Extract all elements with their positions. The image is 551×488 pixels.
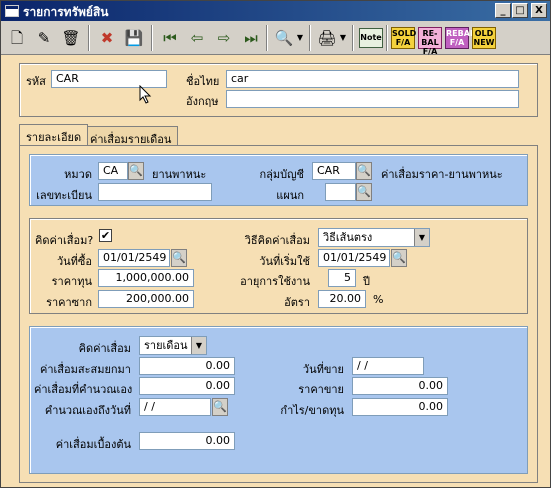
- print-icon[interactable]: 🖨: [315, 26, 339, 50]
- tab-details[interactable]: รายละเอียด: [19, 124, 89, 145]
- asset-window: รายการทรัพย์สิน _ □ X 🗋 ✎ 🗑 ✖ 💾 ⏮ ⇦ ⇨ ⏭ …: [0, 0, 551, 488]
- toolbar-separator: [352, 25, 354, 51]
- toolbar-separator: [309, 25, 311, 51]
- save-icon[interactable]: 💾: [122, 26, 146, 50]
- account-group-lookup-icon[interactable]: 🔍: [356, 162, 372, 180]
- chevron-down-icon[interactable]: ▼: [191, 337, 206, 354]
- calc-depreciation-checkbox[interactable]: ✔: [99, 229, 112, 242]
- rate-field[interactable]: 20.00: [318, 290, 366, 308]
- note-icon[interactable]: Note: [359, 28, 383, 48]
- next-record-icon[interactable]: ⇨: [212, 26, 236, 50]
- delete-icon[interactable]: 🗑: [59, 26, 83, 50]
- account-group-field[interactable]: CAR: [312, 162, 356, 180]
- start-date-field[interactable]: 01/01/2549: [318, 249, 390, 267]
- purchase-date-label: วันที่ซื้อ: [56, 255, 92, 268]
- category-label: หมวด: [64, 168, 92, 181]
- title-bar: รายการทรัพย์สิน _ □ X: [1, 1, 550, 21]
- accumulated-field[interactable]: 0.00: [139, 357, 235, 375]
- useful-life-unit: ปี: [363, 275, 370, 288]
- cost-field[interactable]: 1,000,000.00: [98, 269, 194, 287]
- rebal-fa-icon[interactable]: RE-BAL F/A: [418, 27, 442, 56]
- code-label: รหัส: [26, 75, 46, 88]
- start-date-label: วันที่เริ่มใช้: [259, 255, 310, 268]
- manual-depreciation-label: ค่าเสื่อมที่คำนวณเอง: [34, 383, 133, 396]
- sale-date-field[interactable]: / /: [352, 357, 424, 375]
- department-label: แผนก: [276, 189, 304, 202]
- toolbar-separator: [88, 25, 90, 51]
- toolbar: 🗋 ✎ 🗑 ✖ 💾 ⏮ ⇦ ⇨ ⏭ 🔍 ▼ 🖨 ▼ Note SOLD F/A …: [1, 21, 550, 56]
- registration-field[interactable]: [98, 183, 212, 201]
- toolbar-separator: [266, 25, 268, 51]
- rebal-fa-2-icon[interactable]: REBAL F/A: [445, 27, 475, 49]
- category-description: ยานพาหนะ: [152, 168, 207, 181]
- sale-price-label: ราคาขาย: [298, 383, 344, 396]
- sold-fa-icon[interactable]: SOLD F/A: [391, 27, 416, 49]
- profit-loss-field[interactable]: 0.00: [352, 398, 448, 416]
- sale-date-label: วันที่ขาย: [302, 363, 344, 376]
- profit-loss-label: กำไร/ขาดทุน: [280, 404, 344, 417]
- chevron-down-icon[interactable]: ▼: [414, 229, 429, 246]
- initial-depreciation-field[interactable]: 0.00: [139, 432, 235, 450]
- thai-name-label: ชื่อไทย: [186, 75, 220, 88]
- manual-until-field[interactable]: / /: [139, 398, 211, 416]
- edit-icon[interactable]: ✎: [32, 26, 56, 50]
- salvage-field[interactable]: 200,000.00: [98, 290, 194, 308]
- old-new-icon[interactable]: OLD NEW: [472, 27, 496, 49]
- calc-period-value: รายเดือน: [144, 339, 188, 352]
- category-panel: หมวด CA 🔍 ยานพาหนะ กลุ่มบัญชี CAR 🔍 ค่าเ…: [29, 154, 528, 206]
- details-tab-page: หมวด CA 🔍 ยานพาหนะ กลุ่มบัญชี CAR 🔍 ค่าเ…: [19, 145, 538, 483]
- search-icon[interactable]: 🔍: [272, 26, 296, 50]
- cancel-icon[interactable]: ✖: [95, 26, 119, 50]
- window-title: รายการทรัพย์สิน: [23, 5, 109, 19]
- rate-unit: %: [373, 293, 384, 306]
- calc-period-select[interactable]: รายเดือน ▼: [139, 336, 207, 355]
- maximize-button[interactable]: □: [512, 3, 528, 18]
- english-name-field[interactable]: [226, 90, 519, 108]
- last-record-icon[interactable]: ⏭: [239, 26, 263, 50]
- account-group-label: กลุ่มบัญชี: [259, 168, 304, 181]
- account-group-description: ค่าเสื่อมราคา-ยานพาหนะ: [381, 168, 503, 181]
- start-date-lookup-icon[interactable]: 🔍: [391, 249, 407, 267]
- minimize-button[interactable]: _: [495, 3, 511, 18]
- method-select[interactable]: วิธีเส้นตรง ▼: [318, 228, 430, 247]
- salvage-label: ราคาซาก: [46, 296, 92, 309]
- new-icon[interactable]: 🗋: [5, 26, 29, 50]
- registration-label: เลขทะเบียน: [36, 189, 92, 202]
- category-code-field[interactable]: CA: [98, 162, 128, 180]
- previous-record-icon[interactable]: ⇦: [185, 26, 209, 50]
- department-lookup-icon[interactable]: 🔍: [356, 183, 372, 201]
- tab-monthly-depreciation[interactable]: ค่าเสื่อมรายเดือน: [83, 126, 179, 146]
- toolbar-separator: [151, 25, 153, 51]
- department-field[interactable]: [325, 183, 356, 201]
- search-dropdown-icon[interactable]: ▼: [294, 26, 306, 50]
- thai-name-field[interactable]: car: [226, 70, 519, 88]
- purchase-date-field[interactable]: 01/01/2549: [98, 249, 170, 267]
- useful-life-field[interactable]: 5: [328, 269, 356, 287]
- manual-until-lookup-icon[interactable]: 🔍: [212, 398, 228, 416]
- summary-panel: คิดค่าเสื่อม รายเดือน ▼ ค่าเสื่อมสะสมยกมา…: [29, 326, 528, 474]
- first-record-icon[interactable]: ⏮: [158, 26, 182, 50]
- method-label: วิธีคิดค่าเสื่อม: [244, 234, 310, 247]
- sale-price-field[interactable]: 0.00: [352, 377, 448, 395]
- print-dropdown-icon[interactable]: ▼: [337, 26, 349, 50]
- accumulated-label: ค่าเสื่อมสะสมยกมา: [40, 363, 131, 376]
- manual-until-label: คำนวณเองถึงวันที่: [44, 404, 131, 417]
- mouse-cursor-icon: [139, 85, 152, 104]
- header-panel: รหัส CAR ชื่อไทย car อังกฤษ: [19, 63, 538, 117]
- calc-depreciation-label: คิดค่าเสื่อม?: [35, 234, 94, 247]
- purchase-date-lookup-icon[interactable]: 🔍: [171, 249, 187, 267]
- cost-label: ราคาทุน: [51, 275, 92, 288]
- calc-period-label: คิดค่าเสื่อม: [78, 342, 131, 355]
- app-window-icon: [5, 5, 19, 17]
- depreciation-panel: คิดค่าเสื่อม? ✔ วิธีคิดค่าเสื่อม วิธีเส้…: [29, 218, 528, 314]
- category-lookup-icon[interactable]: 🔍: [128, 162, 144, 180]
- useful-life-label: อายุการใช้งาน: [240, 275, 310, 288]
- rate-label: อัตรา: [284, 296, 310, 309]
- toolbar-separator: [386, 25, 388, 51]
- manual-depreciation-field[interactable]: 0.00: [139, 377, 235, 395]
- initial-depreciation-label: ค่าเสื่อมเบื้องต้น: [55, 438, 131, 451]
- method-value: วิธีเส้นตรง: [323, 231, 373, 244]
- close-button[interactable]: X: [531, 3, 547, 18]
- english-name-label: อังกฤษ: [186, 95, 219, 108]
